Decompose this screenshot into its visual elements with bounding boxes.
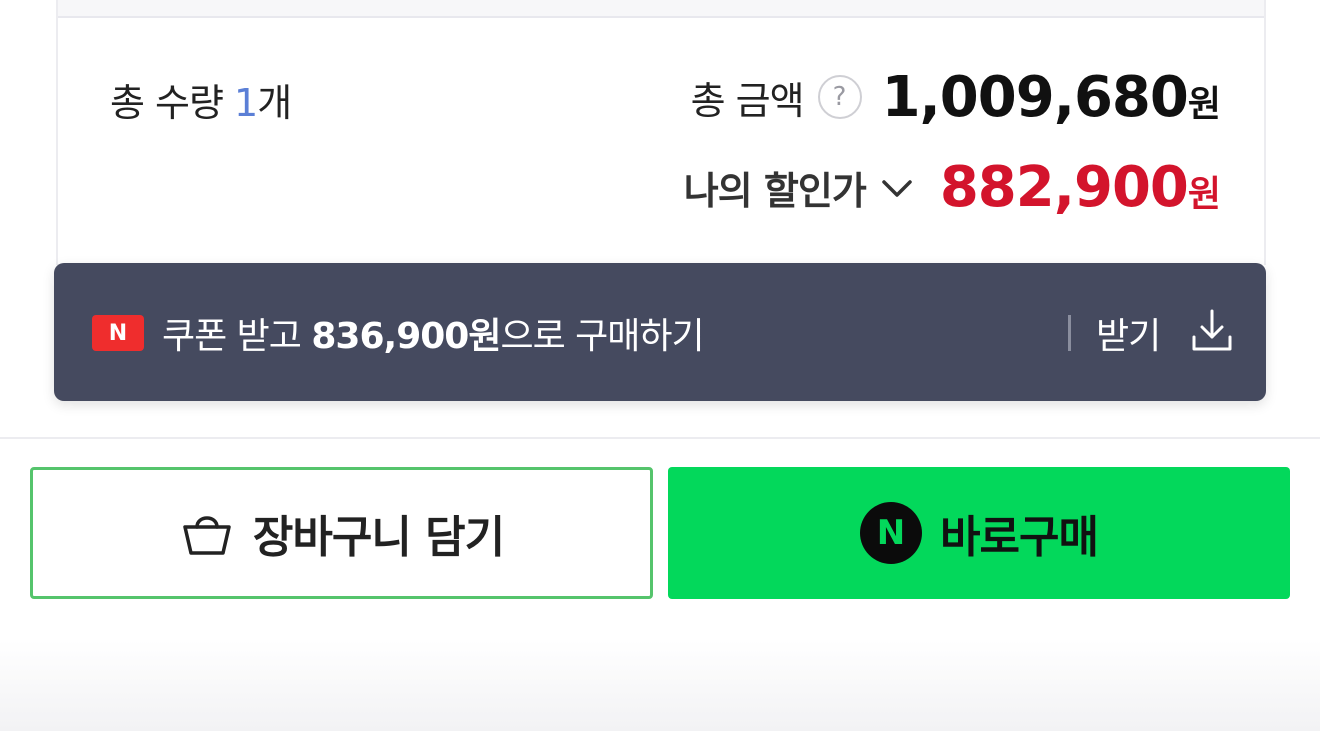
download-icon[interactable] — [1188, 307, 1236, 355]
coupon-message-prefix: 쿠폰 받고 — [162, 316, 312, 357]
naver-n-badge: N — [92, 315, 144, 351]
my-discount-label[interactable]: 나의 할인가 — [684, 160, 867, 215]
purchase-panel: 총 수량 1개 총 금액 ? 1,009,680원 나의 할인가 882,900… — [0, 0, 1320, 731]
shopping-bag-icon — [183, 516, 231, 555]
discount-currency-unit: 원 — [1187, 173, 1221, 215]
section-divider — [0, 437, 1320, 439]
card-top-strip — [58, 0, 1264, 18]
add-to-cart-label: 장바구니 담기 — [252, 512, 505, 563]
coupon-message: 쿠폰 받고 836,900원으로 구매하기 — [162, 307, 705, 359]
chevron-down-icon[interactable] — [878, 168, 916, 206]
total-amount-row: 총 금액 ? 1,009,680원 — [690, 62, 1221, 132]
total-quantity-unit: 개 — [257, 81, 292, 125]
naver-pay-icon: N — [860, 502, 923, 564]
my-discount-price: 882,900원 — [939, 154, 1221, 220]
total-quantity-number: 1 — [234, 81, 258, 125]
coupon-divider — [1068, 315, 1071, 351]
total-quantity-label: 총 수량 — [110, 81, 235, 125]
currency-unit: 원 — [1187, 83, 1221, 125]
my-discount-row[interactable]: 나의 할인가 882,900원 — [684, 152, 1221, 222]
total-amount-value: 1,009,680원 — [881, 64, 1221, 130]
buy-now-button[interactable]: N 바로구매 — [668, 467, 1290, 599]
help-icon[interactable]: ? — [817, 75, 862, 119]
coupon-banner[interactable]: N 쿠폰 받고 836,900원으로 구매하기 받기 — [54, 263, 1266, 401]
coupon-message-suffix: 으로 구매하기 — [500, 316, 704, 357]
receive-coupon-button[interactable]: 받기 — [1096, 307, 1161, 359]
order-summary-card: 총 수량 1개 총 금액 ? 1,009,680원 나의 할인가 882,900… — [56, 0, 1266, 265]
total-quantity: 총 수량 1개 — [110, 72, 292, 127]
total-amount-label: 총 금액 — [690, 78, 805, 123]
add-to-cart-button[interactable]: 장바구니 담기 — [30, 467, 653, 599]
coupon-amount: 836,900원 — [311, 316, 501, 357]
my-discount-number: 882,900 — [939, 154, 1189, 220]
total-amount-number: 1,009,680 — [881, 64, 1189, 130]
buy-now-label: 바로구매 — [940, 512, 1099, 563]
bottom-fade — [0, 640, 1320, 731]
